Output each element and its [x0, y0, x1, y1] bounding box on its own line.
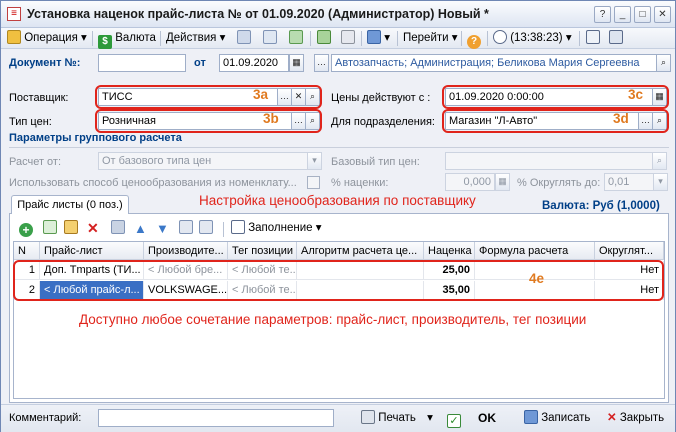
- highlight-3b: [95, 109, 322, 133]
- fill-menu[interactable]: Заполнение ▾: [231, 220, 322, 237]
- highlight-3d: [442, 109, 669, 133]
- annotation-bottom: Доступно любое сочетание параметров: пра…: [79, 312, 587, 327]
- base-price-type-label: Базовый тип цен:: [331, 156, 420, 168]
- doc-number-field[interactable]: [98, 54, 186, 72]
- calculator-icon[interactable]: ▦: [495, 173, 510, 191]
- ok-button[interactable]: OK: [478, 410, 496, 427]
- use-method-label: Использовать способ ценообразования из н…: [9, 177, 297, 189]
- move-up-icon[interactable]: ▲: [134, 220, 147, 237]
- calc-from-dropdown-icon[interactable]: ▾: [307, 152, 322, 170]
- org-search-icon[interactable]: ⌕: [656, 54, 671, 72]
- add-row-icon[interactable]: +: [19, 220, 33, 237]
- actions-menu[interactable]: Действия ▾: [166, 30, 225, 47]
- doc-date-field[interactable]: 01.09.2020: [219, 54, 289, 72]
- highlight-3a: [95, 85, 322, 109]
- refresh-icon[interactable]: [289, 30, 303, 47]
- tag-3a: 3а: [253, 87, 269, 102]
- post-icon[interactable]: [317, 30, 331, 47]
- highlight-4e: [13, 260, 664, 301]
- close-button[interactable]: ✕ Закрыть: [607, 410, 664, 427]
- tag-3c: 3c: [628, 87, 644, 102]
- column-header[interactable]: Наценка: [424, 242, 475, 260]
- minimize-icon[interactable]: _: [614, 6, 631, 23]
- move-down-icon[interactable]: ▼: [156, 220, 169, 237]
- toolbar: Операция ▾ $ Валюта Действия ▾ ▾ Перейти…: [1, 28, 675, 49]
- price-type-label: Тип цен:: [9, 116, 52, 128]
- title-bar: ≡ Установка наценок прайс-листа № от 01.…: [1, 1, 675, 28]
- help-icon[interactable]: ?: [594, 6, 611, 23]
- markup-field[interactable]: 0,000: [445, 173, 495, 191]
- calc-from-label: Расчет от:: [9, 156, 62, 168]
- copy-icon[interactable]: [237, 30, 251, 47]
- calendar-icon[interactable]: ▦: [289, 54, 304, 72]
- tag-3b: 3b: [263, 111, 279, 126]
- window-controls: ? _ □ ✕: [594, 6, 671, 23]
- document-window: ≡ Установка наценок прайс-листа № от 01.…: [0, 0, 676, 432]
- organization-field[interactable]: Автозапчасть; Администрация; Беликова Ма…: [331, 54, 657, 72]
- column-header[interactable]: Формула расчета: [475, 242, 595, 260]
- column-header[interactable]: Тег позиции: [228, 242, 297, 260]
- unpost-icon[interactable]: [341, 30, 355, 47]
- supplier-label: Поставщик:: [9, 92, 69, 104]
- section-divider: [9, 147, 669, 148]
- close-icon[interactable]: ✕: [654, 6, 671, 23]
- footer-bar: Комментарий: Печать ▾ ✓ OK Записать ✕ За…: [1, 404, 675, 432]
- goto-menu[interactable]: Перейти ▾: [403, 30, 458, 47]
- goto-icon[interactable]: ▾: [367, 30, 390, 47]
- operation-menu[interactable]: Операция ▾: [7, 30, 87, 47]
- column-header[interactable]: Округлят...: [595, 242, 664, 260]
- tab-price-lists[interactable]: Прайс листы (0 поз.): [11, 195, 129, 214]
- round-dropdown-icon[interactable]: ▾: [653, 173, 668, 191]
- column-header[interactable]: N: [14, 242, 40, 260]
- time-button[interactable]: (13:38:23) ▾: [493, 30, 572, 47]
- help-button[interactable]: ?: [467, 30, 481, 49]
- doc-number-label: Документ №:: [9, 57, 81, 69]
- column-header[interactable]: Производите...: [144, 242, 228, 260]
- delete-row-icon[interactable]: ✕: [87, 220, 99, 237]
- base-search-icon[interactable]: ⌕: [652, 152, 667, 170]
- question-icon: ?: [467, 35, 481, 49]
- save-button[interactable]: Записать: [524, 410, 590, 427]
- base-price-type-field[interactable]: [445, 152, 653, 170]
- tag-3d: 3d: [613, 111, 629, 126]
- division-label: Для подразделения:: [331, 116, 435, 128]
- fill-icon: [231, 220, 245, 234]
- check-icon[interactable]: ✓: [447, 410, 461, 428]
- window-title: Установка наценок прайс-листа № от 01.09…: [27, 7, 489, 21]
- sort-desc-icon[interactable]: [199, 220, 213, 237]
- use-method-checkbox[interactable]: [307, 176, 320, 189]
- sort-asc-icon[interactable]: [179, 220, 193, 237]
- column-header[interactable]: Алгоритм расчета це...: [297, 242, 424, 260]
- end-edit-icon[interactable]: [111, 220, 125, 237]
- copy-row-icon[interactable]: [43, 220, 57, 237]
- from-label: от: [194, 57, 206, 69]
- calc-from-field[interactable]: От базового типа цен: [98, 152, 308, 170]
- org-select-icon[interactable]: …: [314, 54, 329, 72]
- clock-icon: [493, 30, 507, 44]
- currency-icon: $: [98, 35, 112, 49]
- comment-field[interactable]: [98, 409, 334, 427]
- save-icon: [524, 410, 538, 424]
- comment-label: Комментарий:: [9, 412, 82, 424]
- tag-4e: 4е: [529, 271, 545, 286]
- markup-label: % наценки:: [331, 177, 389, 189]
- operation-icon: [7, 30, 21, 44]
- list-icon[interactable]: [609, 30, 623, 47]
- column-header[interactable]: Прайс-лист: [40, 242, 144, 260]
- group-calc-title: Параметры группового расчета: [9, 132, 182, 144]
- document-icon: ≡: [7, 7, 21, 21]
- edit-row-icon[interactable]: [64, 220, 78, 237]
- maximize-icon[interactable]: □: [634, 6, 651, 23]
- edit-icon[interactable]: [263, 30, 277, 47]
- valid-from-label: Цены действуют с :: [331, 92, 431, 104]
- currency-info: Валюта: Руб (1,0000): [542, 200, 660, 212]
- printer-icon: [361, 410, 375, 424]
- annotation-top: Настройка ценообразования по поставщику: [199, 193, 476, 208]
- structure-icon[interactable]: [586, 30, 600, 47]
- round-label: % Округлять до:: [517, 177, 601, 189]
- print-button[interactable]: Печать ▾: [361, 410, 433, 427]
- round-field[interactable]: 0,01: [604, 173, 654, 191]
- currency-button[interactable]: $ Валюта: [98, 30, 156, 49]
